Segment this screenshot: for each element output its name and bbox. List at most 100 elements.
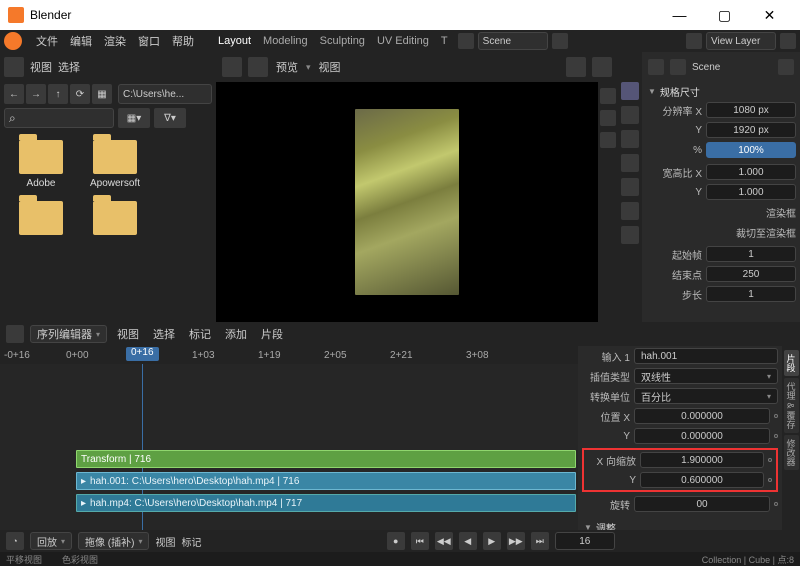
search-input[interactable]: ⌕	[4, 108, 114, 128]
props-editor-icon[interactable]	[648, 59, 664, 75]
fb-menu-view[interactable]: 视图	[30, 59, 52, 75]
field-scale-y[interactable]: 0.600000	[640, 472, 764, 488]
field-pos-y[interactable]: 0.000000	[634, 428, 770, 444]
panel-format[interactable]: ▼规格尺寸	[642, 82, 800, 100]
folder-item[interactable]: Apowersoft	[84, 140, 146, 189]
folder-item[interactable]: Adobe	[10, 140, 72, 189]
keyframe-dot[interactable]	[774, 414, 778, 418]
field-step[interactable]: 1	[706, 286, 796, 302]
nav-back[interactable]: ←	[4, 84, 24, 104]
keyframe-dot[interactable]	[774, 434, 778, 438]
fb-menu-select[interactable]: 选择	[58, 59, 80, 75]
preview-overlay-icon[interactable]	[592, 57, 612, 77]
vtab-modifier[interactable]: 修改器	[784, 435, 799, 470]
playhead-marker[interactable]: 0+16	[126, 347, 159, 361]
seq-menu-marker[interactable]: 标记	[185, 326, 215, 342]
field-input1[interactable]: hah.001	[634, 348, 778, 364]
menu-help[interactable]: 帮助	[166, 33, 200, 49]
field-unit[interactable]: 百分比▾	[634, 388, 778, 404]
vtab-proxy[interactable]: 代理 & 覆存	[784, 378, 799, 433]
scene-browse-icon[interactable]	[458, 33, 474, 49]
playback-pivot[interactable]: 拖像 (插补)▾	[78, 532, 149, 550]
filter-button[interactable]: ∇▾	[154, 108, 186, 128]
workspace-modeling[interactable]: Modeling	[257, 35, 314, 47]
keyframe-dot[interactable]	[768, 478, 772, 482]
current-frame-field[interactable]: 16	[555, 532, 615, 550]
preview-pivot-icon[interactable]	[248, 57, 268, 77]
autokey-icon[interactable]: ●	[387, 532, 405, 550]
props-tab-viewlayer[interactable]	[621, 130, 639, 148]
seq-menu-select[interactable]: 选择	[149, 326, 179, 342]
pb-menu-view[interactable]: 视图	[155, 534, 175, 549]
props-tab-modifier[interactable]	[621, 226, 639, 244]
preview-view-menu[interactable]: 视图	[317, 59, 343, 75]
props-tab-object[interactable]	[621, 202, 639, 220]
keyframe-prev-icon[interactable]: ◀◀	[435, 532, 453, 550]
field-frame-start[interactable]: 1	[706, 246, 796, 262]
path-field[interactable]: C:\Users\he...	[118, 84, 212, 104]
props-tab-scene[interactable]	[621, 154, 639, 172]
gizmo-move-icon[interactable]	[600, 88, 616, 104]
field-interp[interactable]: 双线性▾	[634, 368, 778, 384]
vtab-strip[interactable]: 片段	[784, 350, 799, 376]
seq-editor-type-dropdown[interactable]: 序列编辑器▾	[30, 325, 107, 343]
viewlayer-field[interactable]: View Layer	[706, 32, 776, 50]
seq-menu-strip[interactable]: 片段	[257, 326, 287, 342]
scene-field[interactable]: Scene	[478, 32, 548, 50]
seq-editor-icon[interactable]	[6, 325, 24, 343]
pb-menu-marker[interactable]: 标记	[181, 534, 201, 549]
field-pct[interactable]: 100%	[706, 142, 796, 158]
field-pos-x[interactable]: 0.000000	[634, 408, 770, 424]
workspace-layout[interactable]: Layout	[212, 35, 257, 47]
menu-edit[interactable]: 编辑	[64, 33, 98, 49]
field-aspect-x[interactable]: 1.000	[706, 164, 796, 180]
field-aspect-y[interactable]: 1.000	[706, 184, 796, 200]
keyframe-dot[interactable]	[774, 502, 778, 506]
strip-hah[interactable]: ▸hah.mp4: C:\Users\hero\Desktop\hah.mp4 …	[76, 494, 576, 512]
workspace-sculpting[interactable]: Sculpting	[314, 35, 371, 47]
folder-item[interactable]	[10, 201, 72, 239]
gizmo-zoom-icon[interactable]	[600, 110, 616, 126]
menu-window[interactable]: 窗口	[132, 33, 166, 49]
nav-fwd[interactable]: →	[26, 84, 46, 104]
props-pin-icon[interactable]	[778, 59, 794, 75]
preview-editor-icon[interactable]	[222, 57, 242, 77]
window-minimize[interactable]: —	[657, 0, 702, 30]
preview-viewport[interactable]	[216, 82, 598, 322]
field-res-x[interactable]: 1080 px	[706, 102, 796, 118]
menu-file[interactable]: 文件	[30, 33, 64, 49]
keyframe-dot[interactable]	[768, 458, 772, 462]
play-icon[interactable]: ▶	[483, 532, 501, 550]
nav-newdir[interactable]: ▦	[92, 84, 112, 104]
timeline-editor-icon[interactable]: ◔	[6, 532, 24, 550]
blender-logo-icon[interactable]	[4, 32, 22, 50]
timeline-ruler[interactable]: -0+16 0+00 0+16 1+03 1+19 2+05 2+21 3+08	[0, 346, 578, 364]
menu-render[interactable]: 渲染	[98, 33, 132, 49]
keyframe-next-icon[interactable]: ▶▶	[507, 532, 525, 550]
scene-new-icon[interactable]	[552, 33, 568, 49]
strip-transform[interactable]: Transform | 716	[76, 450, 576, 468]
field-frame-end[interactable]: 250	[706, 266, 796, 282]
seq-menu-view[interactable]: 视图	[113, 326, 143, 342]
seq-menu-add[interactable]: 添加	[221, 326, 251, 342]
jump-start-icon[interactable]: ⏮	[411, 532, 429, 550]
props-tab-world[interactable]	[621, 178, 639, 196]
window-close[interactable]: ✕	[747, 0, 792, 30]
field-scale-x[interactable]: 1.900000	[640, 452, 764, 468]
folder-item[interactable]	[84, 201, 146, 239]
jump-end-icon[interactable]: ⏭	[531, 532, 549, 550]
editor-type-icon[interactable]	[4, 57, 24, 77]
viewlayer-new-icon[interactable]	[780, 33, 796, 49]
playback-popover[interactable]: 回放▾	[30, 532, 72, 550]
props-tab-output[interactable]	[621, 106, 639, 124]
viewlayer-browse-icon[interactable]	[686, 33, 702, 49]
gizmo-pan-icon[interactable]	[600, 132, 616, 148]
play-reverse-icon[interactable]: ◀	[459, 532, 477, 550]
field-rot[interactable]: 00	[634, 496, 770, 512]
preview-channels-icon[interactable]	[566, 57, 586, 77]
display-mode-button[interactable]: ▦▾	[118, 108, 150, 128]
props-tab-render[interactable]	[621, 82, 639, 100]
preview-mode[interactable]: 预览	[274, 59, 300, 75]
nav-up[interactable]: ↑	[48, 84, 68, 104]
strip-hah001[interactable]: ▸hah.001: C:\Users\hero\Desktop\hah.mp4 …	[76, 472, 576, 490]
